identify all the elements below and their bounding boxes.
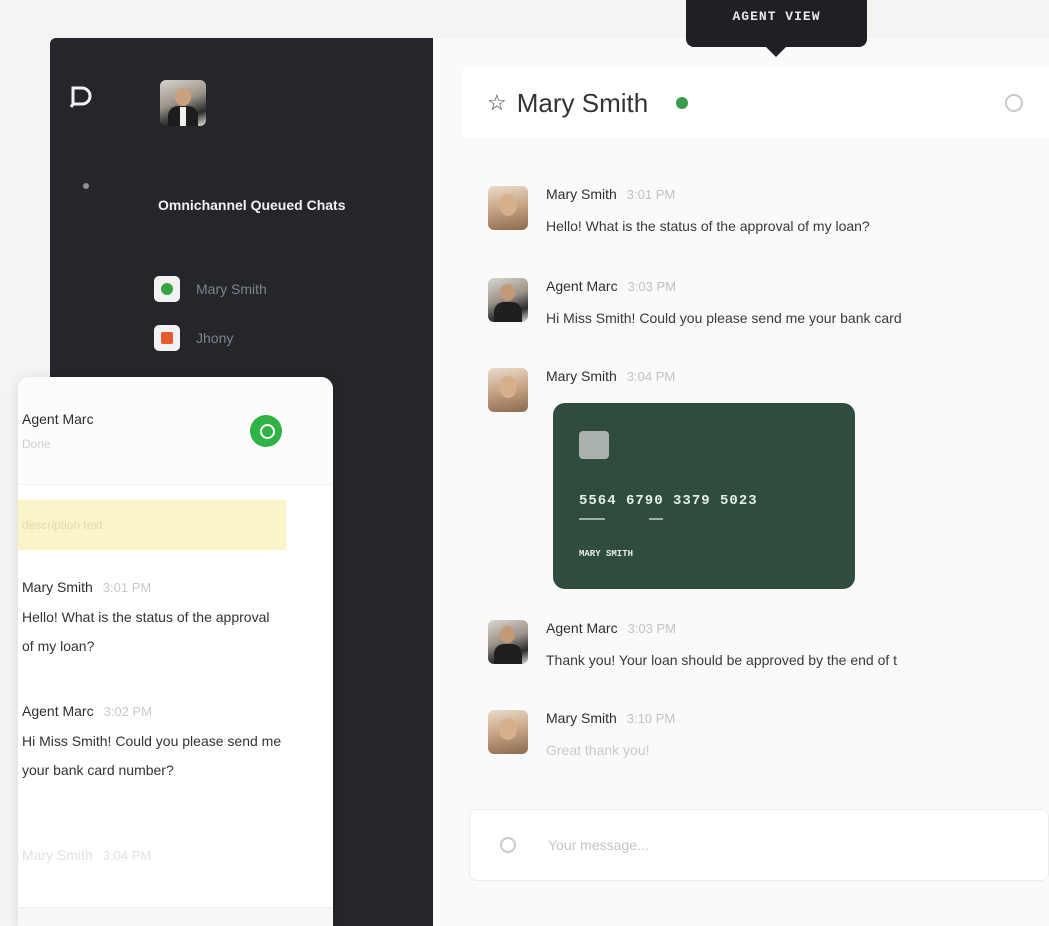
gmail-channel-icon	[154, 325, 180, 351]
settings-icon[interactable]	[1005, 94, 1023, 112]
message-sender: Agent Marc	[546, 620, 618, 636]
message-text: Hello! What is the status of the approva…	[22, 609, 270, 654]
queue-item-name: Mary Smith	[196, 281, 267, 297]
whatsapp-panel-header: Agent Marc Done	[18, 377, 333, 485]
message-time: 3:04 PM	[102, 848, 152, 863]
panel-message: Mary Smith 3:01 PM Hello! What is the sta…	[22, 579, 282, 661]
message-text: Hello! What is the status of the approva…	[546, 218, 870, 234]
message-time: 3:02 PM	[103, 704, 153, 719]
message-time: 3:01 PM	[102, 580, 152, 595]
panel-message: Agent Marc 3:02 PM Hi Miss Smith! Could y…	[22, 703, 282, 785]
chat-message: Mary Smith 3:10 PM Great thank you!	[488, 710, 675, 758]
queue-item-mary-smith[interactable]: Mary Smith	[154, 276, 267, 302]
message-text: Hi Miss Smith! Could you please send me …	[22, 733, 282, 778]
star-icon[interactable]: ☆	[487, 90, 507, 116]
card-holder: MARY SMITH	[579, 549, 634, 559]
message-time: 3:03 PM	[627, 279, 677, 294]
message-input[interactable]	[548, 837, 948, 853]
queue-item-jhony[interactable]: Jhony	[154, 325, 233, 351]
agent-view-tooltip: AGENT VIEW	[686, 0, 867, 57]
panel-agent-name: Agent Marc	[22, 411, 94, 427]
agent-avatar[interactable]	[160, 80, 206, 126]
message-time: 3:03 PM	[627, 621, 677, 636]
mary-avatar	[488, 186, 528, 230]
whatsapp-panel: Agent Marc Done description text Mary Sm…	[18, 377, 333, 926]
chat-header: ☆ Mary Smith	[463, 68, 1049, 138]
message-sender: Mary Smith	[22, 579, 93, 595]
card-number: 5564 6790 3379 5023	[579, 493, 758, 509]
bank-card-image[interactable]: 5564 6790 3379 5023 MARY SMITH	[553, 403, 855, 589]
message-sender: Agent Marc	[22, 703, 94, 719]
panel-message: Mary Smith 3:04 PM	[22, 847, 282, 865]
online-status-icon	[676, 97, 689, 109]
message-text: Hi Miss Smith! Could you please send me …	[546, 310, 902, 326]
message-composer	[469, 809, 1049, 881]
panel-agent-status: Done	[22, 437, 51, 451]
message-text: Great thank you!	[546, 742, 650, 758]
message-time: 3:04 PM	[626, 369, 676, 384]
queue-item-name: Jhony	[196, 330, 234, 346]
whatsapp-channel-icon	[154, 276, 180, 302]
chat-message: Agent Marc 3:03 PM Thank you! Your loan s…	[488, 620, 897, 668]
chat-message: Agent Marc 3:03 PM Hi Miss Smith! Could y…	[488, 278, 902, 326]
panel-footer	[18, 907, 333, 926]
mary-avatar	[488, 710, 528, 754]
app-logo-icon[interactable]	[68, 83, 94, 109]
contact-name: Mary Smith	[516, 87, 649, 118]
mary-avatar	[488, 368, 528, 412]
message-text: Thank you! Your loan should be approved …	[546, 652, 898, 668]
agent-marc-avatar	[488, 620, 528, 664]
message-time: 3:10 PM	[626, 711, 676, 726]
panel-banner: description text	[18, 500, 286, 550]
rail-nav-dot[interactable]	[83, 183, 89, 189]
message-sender: Mary Smith	[546, 368, 617, 384]
queue-title: Omnichannel Queued Chats	[158, 197, 346, 213]
message-sender: Mary Smith	[546, 710, 617, 726]
chat-message: Mary Smith 3:01 PM Hello! What is the sta…	[488, 186, 870, 234]
message-sender: Mary Smith	[546, 186, 617, 202]
message-sender: Agent Marc	[546, 278, 618, 294]
emoji-icon[interactable]	[500, 837, 516, 853]
card-chip-icon	[579, 431, 609, 459]
message-time: 3:01 PM	[626, 187, 676, 202]
agent-marc-avatar	[488, 278, 528, 322]
message-sender: Mary Smith	[22, 847, 93, 863]
whatsapp-icon	[250, 415, 282, 447]
chat-main: ☆ Mary Smith Mary Smith 3:01 PM Hello! Wh…	[433, 38, 1049, 926]
